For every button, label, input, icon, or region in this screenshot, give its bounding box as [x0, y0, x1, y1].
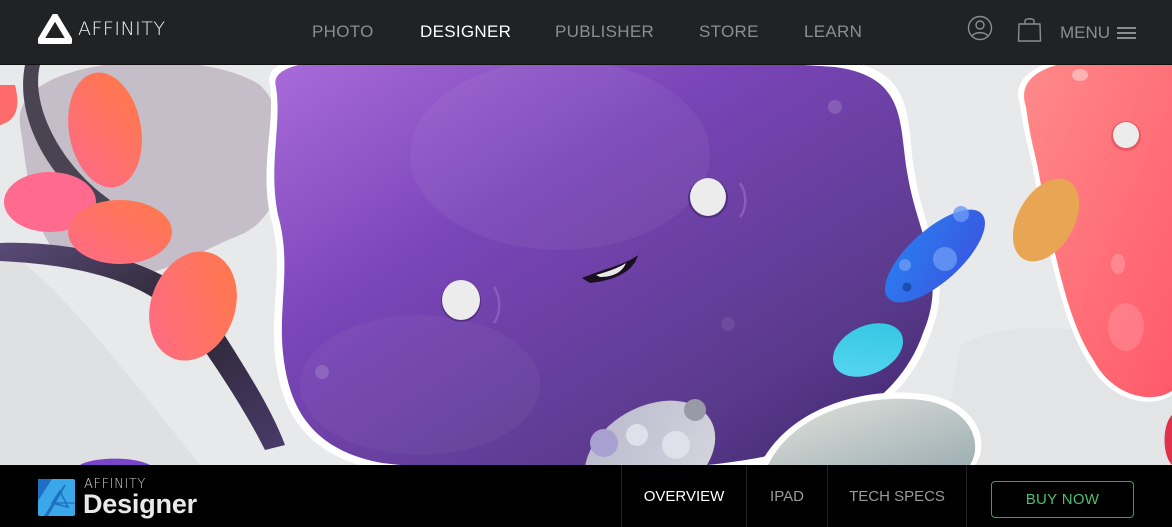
main-nav: PHOTO DESIGNER PUBLISHER STORE LEARN — [0, 0, 1172, 65]
buy-now-button[interactable]: BUY NOW — [991, 481, 1134, 518]
blob-eye-right — [690, 178, 726, 216]
hamburger-icon[interactable] — [1117, 27, 1136, 39]
coral-pod — [68, 200, 172, 264]
tab-overview[interactable]: OVERVIEW — [621, 465, 746, 527]
menu-button[interactable]: MENU — [1060, 23, 1110, 43]
tab-tech-specs[interactable]: TECH SPECS — [827, 465, 967, 527]
shopping-bag-icon — [1017, 18, 1042, 42]
nav-learn[interactable]: LEARN — [804, 22, 862, 42]
nav-designer[interactable]: DESIGNER — [420, 22, 511, 42]
nav-photo[interactable]: PHOTO — [312, 22, 374, 42]
nav-store[interactable]: STORE — [699, 22, 759, 42]
cart-button[interactable] — [1017, 16, 1042, 48]
coral-blob-eye — [1113, 122, 1139, 148]
nav-publisher[interactable]: PUBLISHER — [555, 22, 654, 42]
top-navigation-bar: AFFINITY PHOTO DESIGNER PUBLISHER STORE … — [0, 0, 1172, 65]
affinity-designer-logo-icon — [38, 479, 75, 516]
hero-illustration — [0, 65, 1172, 465]
product-subnav: AFFINITY Designer OVERVIEW IPAD TECH SPE… — [0, 465, 1172, 527]
blob-eye-left — [442, 280, 480, 320]
tab-ipad[interactable]: IPAD — [746, 465, 827, 527]
account-button[interactable] — [967, 15, 993, 46]
user-circle-icon — [967, 15, 993, 41]
product-name: Designer — [83, 489, 197, 519]
hero-artwork — [0, 65, 1172, 465]
